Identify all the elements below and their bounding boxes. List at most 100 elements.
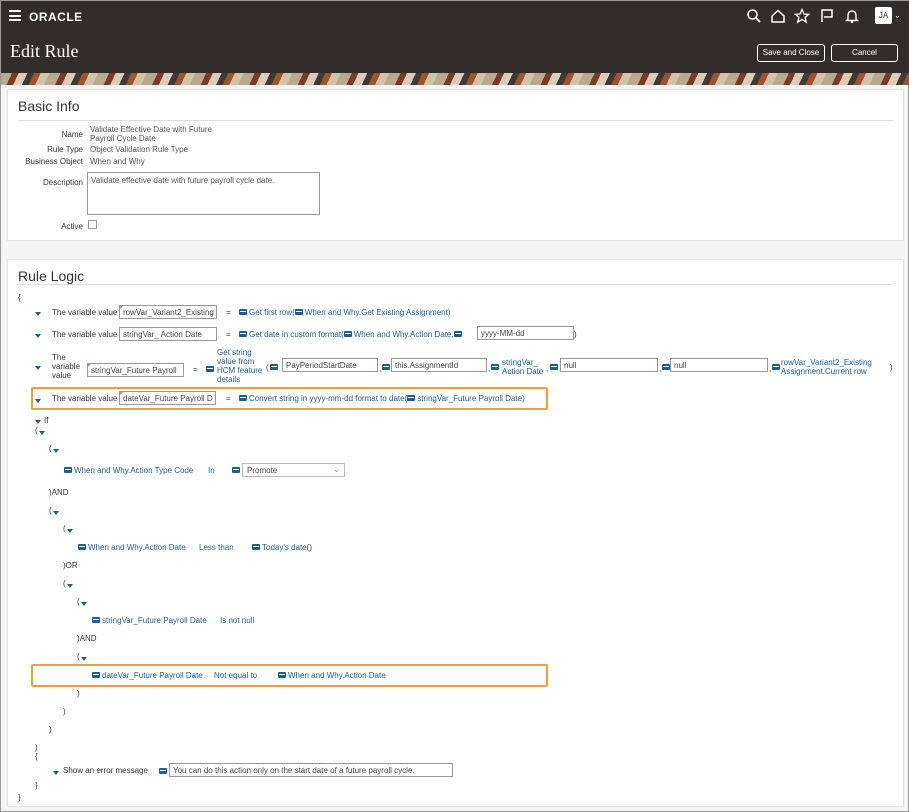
star-icon[interactable] — [794, 8, 810, 24]
business-object-value: When and Why — [90, 157, 145, 166]
rule-logic-title: Rule Logic — [18, 268, 85, 284]
date-format-field[interactable]: yyyy-MM-dd — [477, 326, 574, 340]
user-avatar[interactable]: JA — [875, 7, 892, 24]
close-paren: ) — [574, 330, 577, 339]
collapse-triangle-icon[interactable] — [53, 771, 59, 775]
variable-field-row3[interactable]: stringVar_Future Payroll — [87, 363, 184, 377]
collapse-triangle-icon[interactable] — [81, 657, 87, 661]
hcm-arg2-field[interactable]: this.AssignmentId — [391, 358, 487, 372]
equals-sign: = — [226, 394, 231, 403]
name-value-line2: Payroll Cycle Date — [90, 134, 156, 143]
row3-func-line1[interactable]: Get string — [217, 348, 252, 357]
row3-func-line2[interactable]: value from — [217, 357, 254, 366]
hcm-arg1-field[interactable]: PayPeriodStartDate — [282, 358, 378, 372]
condition2-left[interactable]: When and Why.Action Date — [78, 543, 186, 552]
search-icon[interactable] — [746, 8, 762, 24]
row4-end: ) — [522, 394, 525, 403]
variable-field-row1[interactable]: rowVar_Variant2_Existing — [119, 305, 217, 319]
condition1-left[interactable]: When and Why.Action Type Code — [64, 466, 193, 475]
variable-field-row4[interactable]: dateVar_Future Payroll D — [119, 391, 216, 405]
home-icon[interactable] — [770, 8, 786, 24]
cancel-button[interactable]: Cancel — [831, 44, 898, 62]
row1-expression[interactable]: Get first row( When and Why.Get Existing … — [239, 308, 450, 317]
open-paren: ( — [63, 579, 66, 588]
row1-arg: When and Why.Get Existing Assignment — [304, 308, 448, 317]
attribute-icon — [662, 364, 670, 370]
hcm-arg6-line1[interactable]: rowVar_Variant2_Existing — [781, 358, 872, 367]
function-icon — [239, 395, 247, 401]
collapse-triangle-icon[interactable] — [35, 334, 41, 338]
bell-icon[interactable] — [844, 8, 860, 24]
open-paren: ( — [63, 524, 66, 533]
row3-func-line3[interactable]: HCM feature — [217, 366, 262, 375]
close-brace: } — [35, 781, 38, 790]
business-object-label: Business Object — [25, 157, 83, 166]
collapse-triangle-icon[interactable] — [53, 449, 59, 453]
basic-info-panel: Basic Info Name Validate Effective Date … — [7, 89, 904, 241]
attribute-icon — [78, 544, 86, 550]
flag-icon[interactable] — [819, 8, 835, 24]
collapse-triangle-icon[interactable] — [53, 511, 59, 515]
chevron-down-icon[interactable]: ⌄ — [894, 11, 901, 20]
active-checkbox[interactable] — [88, 220, 97, 229]
and-operator[interactable]: )AND — [77, 634, 97, 643]
hcm-arg6-line2[interactable]: Assignment.Current row — [781, 367, 867, 376]
save-and-close-button[interactable]: Save and Close — [757, 44, 825, 62]
collapse-triangle-icon[interactable] — [35, 399, 41, 403]
comma: , — [488, 364, 491, 373]
row4-expression[interactable]: Convert string in yyyy-mm-dd format to d… — [239, 394, 525, 403]
variable-field-row2[interactable]: stringVar_ Action Date — [119, 327, 217, 341]
close-paren: ) — [77, 689, 80, 698]
row4-func: Convert string in yyyy-mm-dd format to d… — [249, 394, 408, 403]
equals-sign: = — [226, 308, 231, 317]
collapse-triangle-icon[interactable] — [35, 366, 41, 370]
collapse-triangle-icon[interactable] — [67, 529, 73, 533]
or-operator[interactable]: )OR — [63, 561, 78, 570]
condition3-left-text: stringVar_Future Payroll Date — [102, 616, 207, 625]
collapse-triangle-icon[interactable] — [67, 584, 73, 588]
action-type-select[interactable]: Promote ⌄ — [242, 463, 345, 477]
collapse-triangle-icon[interactable] — [39, 431, 45, 435]
basic-info-title: Basic Info — [18, 98, 80, 114]
error-message-field[interactable]: You can do this action only on the start… — [169, 763, 453, 777]
row3-func-line4[interactable]: details — [217, 375, 240, 384]
chevron-down-icon: ⌄ — [333, 465, 340, 474]
condition2-right-parens: () — [306, 543, 312, 552]
condition4-left[interactable]: dateVar_Future Payroll Date — [92, 671, 203, 680]
hcm-arg4-field[interactable]: null — [560, 358, 658, 372]
condition4-operator[interactable]: Not equal to — [214, 671, 257, 680]
rule-logic-panel: Rule Logic — [7, 259, 904, 807]
open-paren: ( — [49, 506, 52, 515]
hcm-arg3-line1[interactable]: stringVar_ — [502, 358, 538, 367]
variable-label-line3: value — [52, 371, 72, 380]
condition3-left[interactable]: stringVar_Future Payroll Date — [92, 616, 207, 625]
open-brace: { — [18, 293, 21, 302]
description-textarea[interactable]: Validate effective date with future payr… — [87, 172, 320, 215]
open-brace: { — [35, 752, 38, 761]
condition4-right[interactable]: When and Why.Action Date — [278, 671, 386, 680]
menu-icon[interactable] — [9, 10, 21, 21]
open-paren: ( — [35, 426, 38, 435]
hcm-arg5-field[interactable]: null — [670, 358, 768, 372]
if-label: If — [44, 416, 49, 425]
condition2-operator[interactable]: Less than — [199, 543, 234, 552]
attribute-icon — [270, 364, 278, 370]
row1-func: Get first row( — [249, 308, 295, 317]
condition1-operator[interactable]: In — [208, 466, 215, 475]
collapse-triangle-icon[interactable] — [35, 420, 41, 424]
and-operator[interactable]: )AND — [49, 488, 69, 497]
hcm-arg3-line2[interactable]: Action Date — [502, 367, 543, 376]
active-label: Active — [61, 222, 83, 231]
row2-expression[interactable]: Get date in custom format(When and Why.A… — [239, 330, 464, 339]
collapse-triangle-icon[interactable] — [35, 312, 41, 316]
close-paren: ) — [63, 707, 66, 716]
close-paren: ) — [49, 725, 52, 734]
name-label: Name — [61, 130, 83, 139]
equals-sign: = — [226, 330, 231, 339]
variable-label: The variable value — [52, 308, 118, 317]
condition2-right-text: Today's date — [262, 543, 307, 552]
collapse-triangle-icon[interactable] — [81, 602, 87, 606]
comma: , — [769, 364, 772, 373]
condition3-operator[interactable]: Is not null — [220, 616, 254, 625]
condition2-right[interactable]: Today's date() — [252, 543, 312, 552]
